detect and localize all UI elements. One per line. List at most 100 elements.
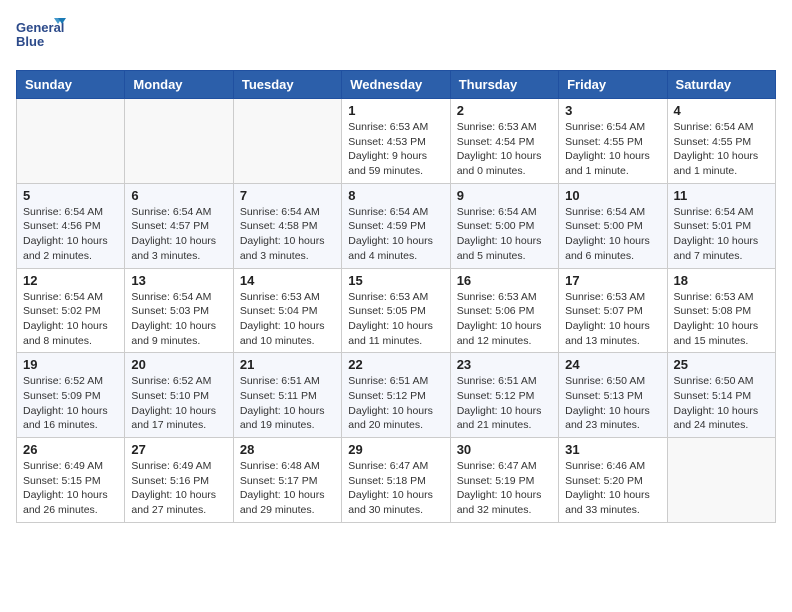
day-info: Sunrise: 6:54 AM Sunset: 4:55 PM Dayligh… bbox=[674, 120, 769, 179]
calendar-cell: 3 Sunrise: 6:54 AM Sunset: 4:55 PM Daylig… bbox=[559, 99, 667, 184]
day-info: Sunrise: 6:53 AM Sunset: 5:07 PM Dayligh… bbox=[565, 290, 660, 349]
day-number: 22 bbox=[348, 357, 443, 372]
calendar-cell: 25 Sunrise: 6:50 AM Sunset: 5:14 PM Dayli… bbox=[667, 353, 775, 438]
day-info: Sunrise: 6:54 AM Sunset: 4:57 PM Dayligh… bbox=[131, 205, 226, 264]
weekday-header-tuesday: Tuesday bbox=[233, 71, 341, 99]
day-info: Sunrise: 6:53 AM Sunset: 5:04 PM Dayligh… bbox=[240, 290, 335, 349]
day-number: 1 bbox=[348, 103, 443, 118]
day-info: Sunrise: 6:53 AM Sunset: 5:08 PM Dayligh… bbox=[674, 290, 769, 349]
weekday-header-saturday: Saturday bbox=[667, 71, 775, 99]
calendar-cell: 27 Sunrise: 6:49 AM Sunset: 5:16 PM Dayli… bbox=[125, 438, 233, 523]
day-info: Sunrise: 6:53 AM Sunset: 5:05 PM Dayligh… bbox=[348, 290, 443, 349]
day-info: Sunrise: 6:53 AM Sunset: 4:54 PM Dayligh… bbox=[457, 120, 552, 179]
calendar-cell bbox=[125, 99, 233, 184]
calendar-header-row: SundayMondayTuesdayWednesdayThursdayFrid… bbox=[17, 71, 776, 99]
weekday-header-thursday: Thursday bbox=[450, 71, 558, 99]
day-info: Sunrise: 6:49 AM Sunset: 5:15 PM Dayligh… bbox=[23, 459, 118, 518]
day-number: 17 bbox=[565, 273, 660, 288]
svg-text:Blue: Blue bbox=[16, 34, 44, 49]
day-info: Sunrise: 6:54 AM Sunset: 5:03 PM Dayligh… bbox=[131, 290, 226, 349]
day-number: 13 bbox=[131, 273, 226, 288]
day-number: 30 bbox=[457, 442, 552, 457]
calendar-cell bbox=[667, 438, 775, 523]
day-number: 8 bbox=[348, 188, 443, 203]
day-number: 14 bbox=[240, 273, 335, 288]
day-info: Sunrise: 6:50 AM Sunset: 5:14 PM Dayligh… bbox=[674, 374, 769, 433]
day-info: Sunrise: 6:48 AM Sunset: 5:17 PM Dayligh… bbox=[240, 459, 335, 518]
day-number: 26 bbox=[23, 442, 118, 457]
day-info: Sunrise: 6:47 AM Sunset: 5:19 PM Dayligh… bbox=[457, 459, 552, 518]
day-info: Sunrise: 6:52 AM Sunset: 5:10 PM Dayligh… bbox=[131, 374, 226, 433]
calendar-cell: 11Sunrise: 6:54 AM Sunset: 5:01 PM Dayli… bbox=[667, 183, 775, 268]
day-info: Sunrise: 6:53 AM Sunset: 5:06 PM Dayligh… bbox=[457, 290, 552, 349]
calendar-cell: 10Sunrise: 6:54 AM Sunset: 5:00 PM Dayli… bbox=[559, 183, 667, 268]
day-info: Sunrise: 6:54 AM Sunset: 5:01 PM Dayligh… bbox=[674, 205, 769, 264]
calendar-cell: 13 Sunrise: 6:54 AM Sunset: 5:03 PM Dayli… bbox=[125, 268, 233, 353]
calendar-cell: 12 Sunrise: 6:54 AM Sunset: 5:02 PM Dayli… bbox=[17, 268, 125, 353]
day-number: 29 bbox=[348, 442, 443, 457]
logo: General Blue bbox=[16, 16, 66, 58]
calendar-cell: 2 Sunrise: 6:53 AM Sunset: 4:54 PM Daylig… bbox=[450, 99, 558, 184]
calendar-week-row: 26 Sunrise: 6:49 AM Sunset: 5:15 PM Dayli… bbox=[17, 438, 776, 523]
calendar-cell: 31Sunrise: 6:46 AM Sunset: 5:20 PM Dayli… bbox=[559, 438, 667, 523]
day-number: 15 bbox=[348, 273, 443, 288]
calendar-cell: 20 Sunrise: 6:52 AM Sunset: 5:10 PM Dayli… bbox=[125, 353, 233, 438]
calendar-cell: 1Sunrise: 6:53 AM Sunset: 4:53 PM Daylig… bbox=[342, 99, 450, 184]
day-number: 7 bbox=[240, 188, 335, 203]
day-info: Sunrise: 6:50 AM Sunset: 5:13 PM Dayligh… bbox=[565, 374, 660, 433]
calendar-cell: 29 Sunrise: 6:47 AM Sunset: 5:18 PM Dayli… bbox=[342, 438, 450, 523]
weekday-header-monday: Monday bbox=[125, 71, 233, 99]
day-info: Sunrise: 6:54 AM Sunset: 4:56 PM Dayligh… bbox=[23, 205, 118, 264]
calendar-cell: 17 Sunrise: 6:53 AM Sunset: 5:07 PM Dayli… bbox=[559, 268, 667, 353]
day-info: Sunrise: 6:51 AM Sunset: 5:11 PM Dayligh… bbox=[240, 374, 335, 433]
day-number: 31 bbox=[565, 442, 660, 457]
day-number: 20 bbox=[131, 357, 226, 372]
calendar-cell: 5 Sunrise: 6:54 AM Sunset: 4:56 PM Daylig… bbox=[17, 183, 125, 268]
day-info: Sunrise: 6:54 AM Sunset: 4:55 PM Dayligh… bbox=[565, 120, 660, 179]
page-header: General Blue bbox=[16, 16, 776, 58]
day-number: 24 bbox=[565, 357, 660, 372]
calendar-cell: 8 Sunrise: 6:54 AM Sunset: 4:59 PM Daylig… bbox=[342, 183, 450, 268]
calendar-week-row: 1Sunrise: 6:53 AM Sunset: 4:53 PM Daylig… bbox=[17, 99, 776, 184]
day-info: Sunrise: 6:54 AM Sunset: 4:59 PM Dayligh… bbox=[348, 205, 443, 264]
calendar-cell: 22 Sunrise: 6:51 AM Sunset: 5:12 PM Dayli… bbox=[342, 353, 450, 438]
day-info: Sunrise: 6:51 AM Sunset: 5:12 PM Dayligh… bbox=[348, 374, 443, 433]
day-number: 25 bbox=[674, 357, 769, 372]
day-number: 2 bbox=[457, 103, 552, 118]
calendar-cell: 23Sunrise: 6:51 AM Sunset: 5:12 PM Dayli… bbox=[450, 353, 558, 438]
calendar-cell: 7 Sunrise: 6:54 AM Sunset: 4:58 PM Daylig… bbox=[233, 183, 341, 268]
day-info: Sunrise: 6:54 AM Sunset: 5:00 PM Dayligh… bbox=[565, 205, 660, 264]
day-info: Sunrise: 6:54 AM Sunset: 5:00 PM Dayligh… bbox=[457, 205, 552, 264]
day-info: Sunrise: 6:47 AM Sunset: 5:18 PM Dayligh… bbox=[348, 459, 443, 518]
day-info: Sunrise: 6:49 AM Sunset: 5:16 PM Dayligh… bbox=[131, 459, 226, 518]
day-number: 19 bbox=[23, 357, 118, 372]
calendar-week-row: 5 Sunrise: 6:54 AM Sunset: 4:56 PM Daylig… bbox=[17, 183, 776, 268]
weekday-header-friday: Friday bbox=[559, 71, 667, 99]
day-number: 18 bbox=[674, 273, 769, 288]
logo-container: General Blue bbox=[16, 16, 66, 58]
calendar-cell: 15 Sunrise: 6:53 AM Sunset: 5:05 PM Dayli… bbox=[342, 268, 450, 353]
day-number: 12 bbox=[23, 273, 118, 288]
day-info: Sunrise: 6:52 AM Sunset: 5:09 PM Dayligh… bbox=[23, 374, 118, 433]
calendar-cell: 28Sunrise: 6:48 AM Sunset: 5:17 PM Dayli… bbox=[233, 438, 341, 523]
day-info: Sunrise: 6:54 AM Sunset: 5:02 PM Dayligh… bbox=[23, 290, 118, 349]
calendar-cell: 18 Sunrise: 6:53 AM Sunset: 5:08 PM Dayli… bbox=[667, 268, 775, 353]
day-number: 27 bbox=[131, 442, 226, 457]
day-number: 5 bbox=[23, 188, 118, 203]
calendar-week-row: 19 Sunrise: 6:52 AM Sunset: 5:09 PM Dayli… bbox=[17, 353, 776, 438]
day-info: Sunrise: 6:54 AM Sunset: 4:58 PM Dayligh… bbox=[240, 205, 335, 264]
day-number: 16 bbox=[457, 273, 552, 288]
calendar-cell bbox=[233, 99, 341, 184]
weekday-header-wednesday: Wednesday bbox=[342, 71, 450, 99]
calendar-cell: 19 Sunrise: 6:52 AM Sunset: 5:09 PM Dayli… bbox=[17, 353, 125, 438]
calendar-cell: 30 Sunrise: 6:47 AM Sunset: 5:19 PM Dayli… bbox=[450, 438, 558, 523]
day-number: 9 bbox=[457, 188, 552, 203]
calendar-cell: 14 Sunrise: 6:53 AM Sunset: 5:04 PM Dayli… bbox=[233, 268, 341, 353]
day-number: 3 bbox=[565, 103, 660, 118]
calendar-cell: 16 Sunrise: 6:53 AM Sunset: 5:06 PM Dayli… bbox=[450, 268, 558, 353]
day-number: 6 bbox=[131, 188, 226, 203]
calendar-cell: 9 Sunrise: 6:54 AM Sunset: 5:00 PM Daylig… bbox=[450, 183, 558, 268]
day-number: 4 bbox=[674, 103, 769, 118]
calendar-cell bbox=[17, 99, 125, 184]
weekday-header-sunday: Sunday bbox=[17, 71, 125, 99]
